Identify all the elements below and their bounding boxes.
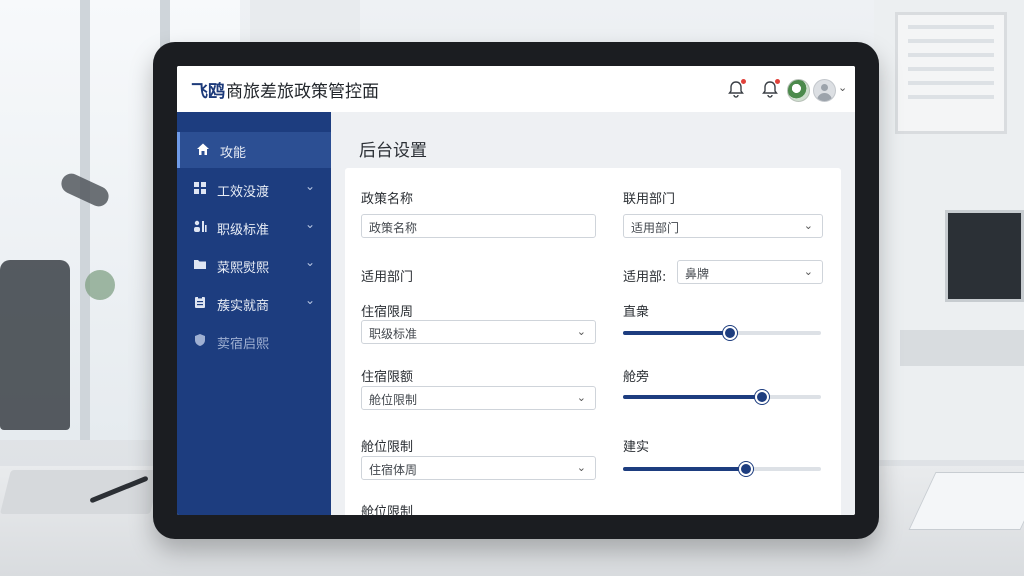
background-chair <box>0 260 70 430</box>
app-title: 飞鸥商旅差旅政策管控面 <box>191 77 379 102</box>
chevron-down-icon[interactable]: ⌄ <box>838 81 847 94</box>
sidebar-item-records[interactable]: 菜熙熨熙 ⌄ <box>177 247 331 283</box>
background-desk <box>900 330 1024 366</box>
dept-value: 适用部门 <box>631 221 680 235</box>
apply-dept-select[interactable]: 鼻牌 ⌄ <box>677 260 823 284</box>
lodging-amount-select[interactable]: 舱位限制 ⌄ <box>361 386 596 410</box>
chevron-down-icon: ⌄ <box>305 255 316 269</box>
slider-2-handle[interactable] <box>755 390 769 404</box>
app-title-text: 商旅差旅政策管控面 <box>226 82 379 102</box>
tablet-device: 飞鸥商旅差旅政策管控面 ⌄ 攻能 工效没渡 ⌄ 职级标准 ⌄ 菜熙熨熙 ⌄ 蔟实… <box>153 42 879 539</box>
slider-1[interactable] <box>623 326 821 340</box>
dept-label: 联用部门 <box>623 192 676 207</box>
slider-1-handle[interactable] <box>723 326 737 340</box>
cabin-limit-label: 舱位限制 <box>361 440 414 455</box>
settings-card: 政策名称 政策名称 适用部门 住宿限周 职级标准 ⌄ 住宿限额 舱位限制 ⌄ 舱… <box>345 168 841 515</box>
chevron-down-icon: ⌄ <box>803 219 813 232</box>
lodging-amount-value: 舱位限制 <box>369 393 418 407</box>
user-avatar[interactable] <box>813 79 836 102</box>
lodging-limit-label: 住宿限周 <box>361 305 414 320</box>
cabin-limit-label-2: 舱位限制 <box>361 505 414 515</box>
chevron-down-icon: ⌄ <box>305 293 316 307</box>
notification-dot <box>775 79 780 84</box>
team-avatar[interactable] <box>787 79 810 102</box>
apply-dept-inline-label: 适用部: <box>623 270 667 285</box>
lodging-amount-label: 住宿限额 <box>361 370 414 385</box>
chevron-down-icon: ⌄ <box>305 217 316 231</box>
chevron-down-icon: ⌄ <box>803 265 813 278</box>
sidebar-item-approval[interactable]: 蔟实就商 ⌄ <box>177 285 331 321</box>
sidebar-item-efficiency[interactable]: 工效没渡 ⌄ <box>177 171 331 207</box>
notification-dot <box>741 79 746 84</box>
slider-3-handle[interactable] <box>739 462 753 476</box>
sidebar-item-label: 工效没渡 <box>217 185 270 200</box>
slider1-label: 直衆 <box>623 305 650 320</box>
sidebar-item-security[interactable]: 荬宿启熙 <box>177 323 331 359</box>
cabin-limit-select[interactable]: 住宿体周 ⌄ <box>361 456 596 480</box>
chevron-down-icon: ⌄ <box>576 391 586 404</box>
alert-bell-icon[interactable] <box>761 79 780 98</box>
slider-2[interactable] <box>623 390 821 404</box>
folder-icon <box>193 257 207 271</box>
chevron-down-icon: ⌄ <box>576 461 586 474</box>
sidebar: 攻能 工效没渡 ⌄ 职级标准 ⌄ 菜熙熨熙 ⌄ 蔟实就商 ⌄ 荬宿启熙 <box>177 112 331 515</box>
tablet-screen: 飞鸥商旅差旅政策管控面 ⌄ 攻能 工效没渡 ⌄ 职级标准 ⌄ 菜熙熨熙 ⌄ 蔟实… <box>177 66 855 515</box>
sidebar-item-label: 职级标准 <box>217 223 270 238</box>
sidebar-item-label: 菜熙熨熙 <box>217 261 270 276</box>
grid-icon <box>193 181 207 195</box>
slider-3[interactable] <box>623 462 821 476</box>
lodging-limit-select[interactable]: 职级标准 ⌄ <box>361 320 596 344</box>
chevron-down-icon: ⌄ <box>576 325 586 338</box>
sidebar-item-label: 荬宿启熙 <box>217 337 270 352</box>
app-header: 飞鸥商旅差旅政策管控面 ⌄ <box>177 66 855 113</box>
lodging-limit-value: 职级标准 <box>369 327 418 341</box>
background-monitor <box>945 210 1024 302</box>
sidebar-item-home[interactable]: 攻能 <box>177 132 331 168</box>
cabin-limit-value: 住宿体周 <box>369 463 418 477</box>
dept-select[interactable]: 适用部门 ⌄ <box>623 214 823 238</box>
notebook <box>0 470 161 514</box>
slider3-label: 建实 <box>623 440 650 455</box>
policy-name-input[interactable]: 政策名称 <box>361 214 596 238</box>
person-chart-icon <box>193 219 207 233</box>
slider2-label: 舱旁 <box>623 370 650 385</box>
main-content: 后台设置 政策名称 政策名称 适用部门 住宿限周 职级标准 ⌄ 住宿限额 舱位限… <box>331 112 855 515</box>
policy-name-label: 政策名称 <box>361 192 414 207</box>
sidebar-item-grade-standard[interactable]: 职级标准 ⌄ <box>177 209 331 245</box>
policy-name-placeholder: 政策名称 <box>369 221 418 235</box>
sidebar-item-label: 蔟实就商 <box>217 299 270 314</box>
page-title: 后台设置 <box>359 141 427 161</box>
bell-icon[interactable] <box>727 79 746 98</box>
background-plant <box>85 270 115 300</box>
sidebar-item-label: 攻能 <box>220 146 247 161</box>
apply-dept-value: 鼻牌 <box>685 267 710 281</box>
shield-icon <box>193 333 207 347</box>
home-icon <box>196 142 210 156</box>
clipboard-icon <box>193 295 207 309</box>
apply-dept-label: 适用部门 <box>361 270 414 285</box>
chevron-down-icon: ⌄ <box>305 179 316 193</box>
brand-logo: 飞鸥 <box>191 82 225 102</box>
wall-whiteboard <box>895 12 1007 134</box>
